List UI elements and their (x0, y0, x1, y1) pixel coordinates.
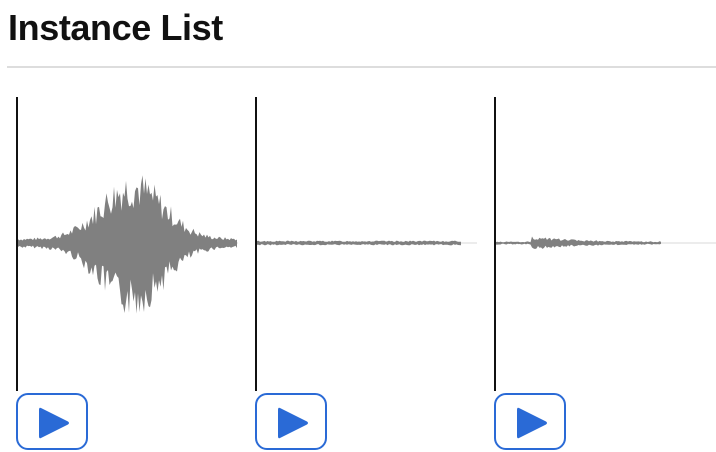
title-divider (7, 66, 716, 68)
waveform-shape (257, 240, 461, 246)
play-button[interactable] (494, 393, 566, 450)
instance-item-3 (494, 97, 716, 452)
instance-item-2 (255, 97, 477, 452)
page-title: Instance List (8, 7, 223, 48)
waveform-display[interactable] (257, 97, 477, 391)
play-button[interactable] (16, 393, 88, 450)
play-icon (517, 407, 547, 439)
waveform-display[interactable] (18, 97, 238, 391)
waveform-shape (496, 236, 661, 249)
play-button[interactable] (255, 393, 327, 450)
waveform-shape (18, 175, 237, 314)
instance-item-1 (16, 97, 238, 452)
play-icon (39, 407, 69, 439)
play-icon (278, 407, 308, 439)
waveform-display[interactable] (496, 97, 716, 391)
